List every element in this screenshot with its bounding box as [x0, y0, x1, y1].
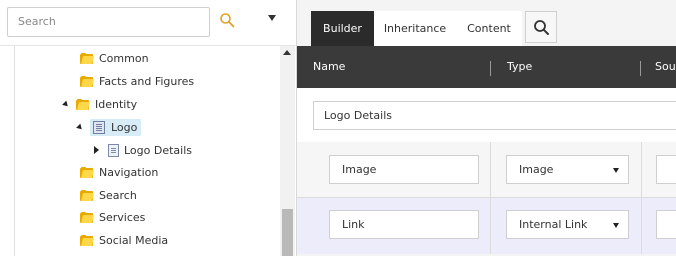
tab-inheritance[interactable]: Inheritance [374, 11, 456, 46]
editor-panel: Builder Inheritance Content Name Type So… [297, 0, 676, 256]
field-type-select[interactable]: Image [506, 155, 629, 184]
field-source-input[interactable] [656, 210, 676, 239]
scrollbar-thumb[interactable] [282, 209, 293, 256]
column-divider[interactable] [490, 61, 491, 76]
header-source: Sour [655, 60, 676, 73]
folder-icon [80, 189, 94, 201]
tree-item-selected[interactable]: Logo [90, 118, 142, 136]
content-tree: Common Facts and Figures Identity Logo L… [0, 46, 280, 256]
field-name-input[interactable]: Link [329, 210, 479, 239]
folder-icon [80, 75, 94, 87]
search-bar: Search [0, 0, 297, 46]
folder-icon [80, 234, 94, 246]
dropdown-arrow-icon [613, 168, 619, 173]
tree-item-navigation[interactable]: Navigation [80, 162, 158, 182]
tree-guide-line [14, 46, 15, 256]
header-name: Name [313, 60, 346, 73]
tree-item-label: Navigation [99, 165, 159, 179]
document-icon [108, 143, 119, 157]
tab-builder[interactable]: Builder [311, 11, 374, 46]
fields-table-header: Name Type Sour [297, 46, 676, 88]
folder-icon [76, 98, 90, 110]
tree-item-label: Services [99, 210, 146, 224]
tree-item-facts-and-figures[interactable]: Facts and Figures [80, 71, 194, 91]
expand-toggle-icon[interactable] [94, 146, 99, 154]
folder-icon [80, 166, 94, 178]
chevron-down-icon[interactable] [268, 15, 276, 21]
folder-icon [80, 52, 94, 64]
field-type-value: Internal Link [519, 218, 588, 231]
tree-item-label: Logo Details [124, 143, 193, 157]
search-icon [534, 20, 549, 35]
field-source-input[interactable] [656, 155, 676, 184]
search-icon[interactable] [219, 12, 235, 28]
section-row: Logo Details [297, 88, 676, 142]
field-type-value: Image [519, 163, 554, 176]
tree-item-logo-details[interactable]: Logo Details [94, 140, 192, 160]
content-tree-panel: Search Common Facts and Figures Identity… [0, 0, 297, 256]
search-button[interactable] [525, 11, 557, 43]
editor-tabs: Builder Inheritance Content [297, 0, 676, 46]
search-input[interactable]: Search [7, 7, 210, 37]
scroll-up-icon[interactable] [283, 50, 291, 55]
header-type: Type [507, 60, 533, 73]
section-name-input[interactable]: Logo Details [313, 101, 676, 130]
folder-icon [80, 211, 94, 223]
expand-toggle-icon[interactable] [62, 100, 70, 108]
tree-item-label: Identity [95, 97, 138, 111]
tree-item-label: Logo [111, 120, 138, 134]
cell-divider [641, 142, 642, 198]
tab-content[interactable]: Content [456, 11, 522, 46]
template-icon [93, 120, 105, 134]
tree-item-logo[interactable]: Logo [76, 117, 142, 137]
tree-item-social-media[interactable]: Social Media [80, 230, 168, 250]
tree-item-label: Facts and Figures [99, 74, 195, 88]
column-divider[interactable] [640, 61, 641, 76]
expand-toggle-icon[interactable] [76, 123, 84, 131]
tree-item-search[interactable]: Search [80, 185, 137, 205]
field-type-select[interactable]: Internal Link [506, 210, 629, 239]
tree-item-label: Search [99, 188, 137, 202]
field-name-input[interactable]: Image [329, 155, 479, 184]
dropdown-arrow-icon [613, 223, 619, 228]
tree-item-label: Social Media [99, 233, 169, 247]
cell-divider [641, 198, 642, 254]
tree-item-identity[interactable]: Identity [62, 94, 138, 114]
cell-divider [490, 142, 491, 198]
tree-item-common[interactable]: Common [80, 48, 149, 68]
tree-item-services[interactable]: Services [80, 207, 145, 227]
field-row: Link Internal Link [297, 198, 676, 254]
tree-item-label: Common [99, 51, 149, 65]
field-row: Image Image [297, 142, 676, 198]
cell-divider [490, 198, 491, 254]
